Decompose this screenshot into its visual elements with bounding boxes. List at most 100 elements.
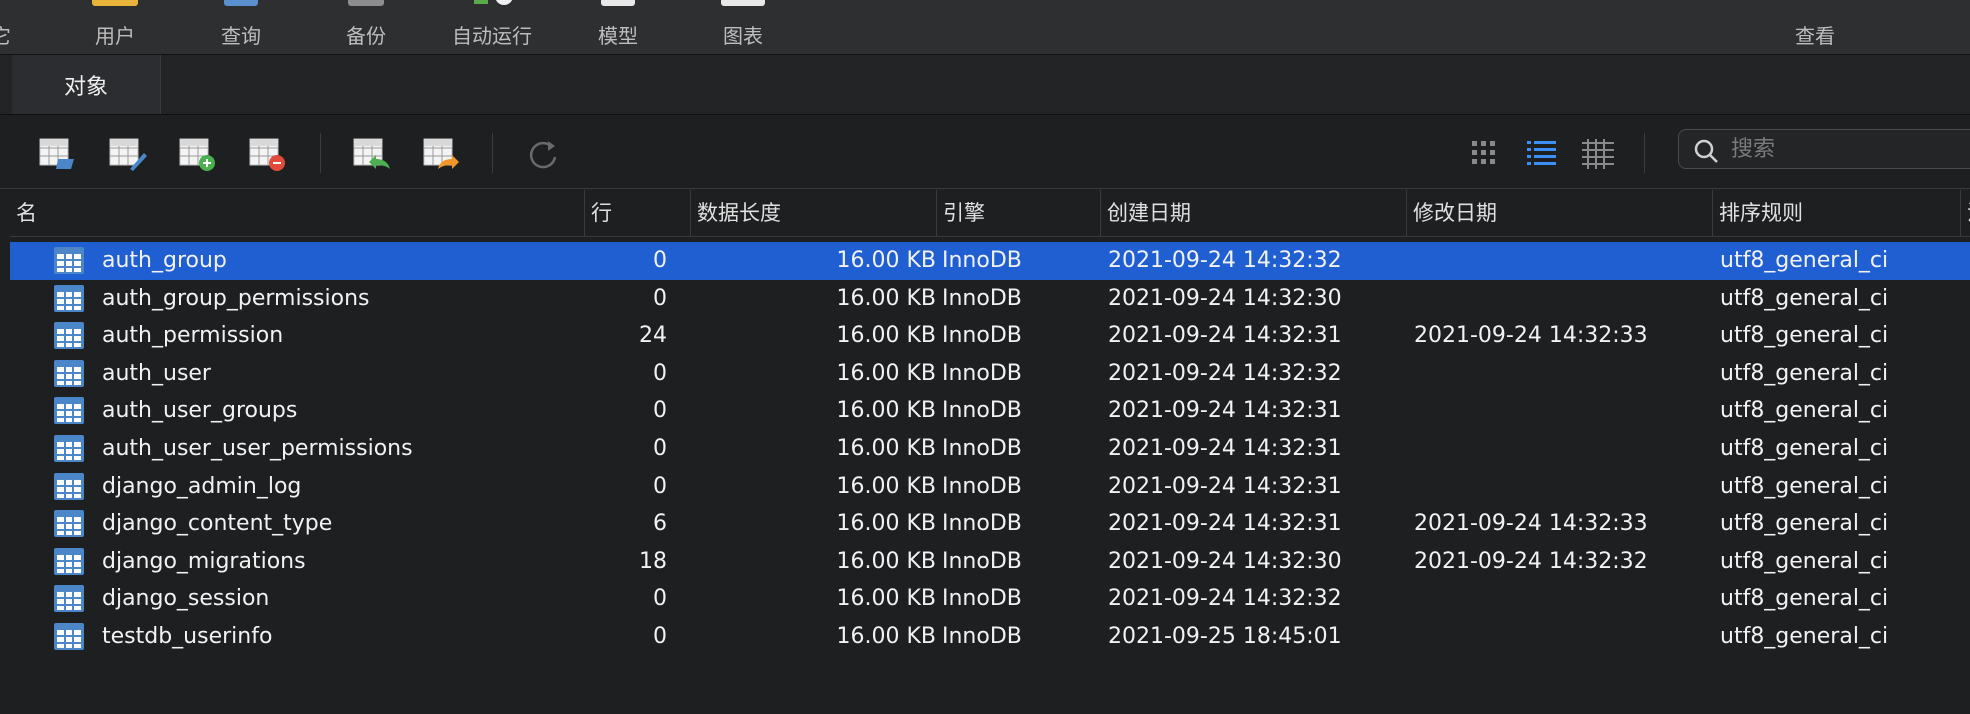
toolbar-user-label: 用户 <box>95 24 135 48</box>
toolbar-model-button[interactable]: 模型 <box>575 0 661 54</box>
backup-icon <box>348 0 384 6</box>
delete-table-button[interactable] <box>248 137 288 171</box>
cell-data-length: 16.00 KB <box>836 623 937 649</box>
search-input[interactable] <box>1729 134 1963 164</box>
toolbar-model-label: 模型 <box>598 24 638 48</box>
table-icon <box>54 510 84 538</box>
column-header-collation[interactable]: 排序规则 <box>1712 190 1960 236</box>
cell-created: 2021-09-24 14:32:32 <box>1108 586 1342 612</box>
import-button[interactable] <box>352 137 392 171</box>
table-row[interactable]: django_migrations 18 16.00 KB InnoDB 2021-09… <box>10 543 1970 581</box>
cell-data-length: 16.00 KB <box>836 323 937 349</box>
cell-data-length: 16.00 KB <box>836 586 937 612</box>
cell-modified <box>1414 468 1712 506</box>
tab-bar: 对象 <box>0 55 1970 115</box>
cell-engine: InnoDB <box>942 360 1022 386</box>
cell-collation: utf8_general_ci <box>1720 248 1889 273</box>
export-button[interactable] <box>422 137 462 171</box>
table-row[interactable]: auth_group_permissions 0 16.00 KB InnoDB 202… <box>10 280 1970 318</box>
cell-name: testdb_userinfo <box>102 623 273 649</box>
table-row[interactable]: testdb_userinfo 0 16.00 KB InnoDB 2021-09-25… <box>10 618 1970 656</box>
column-header-modified[interactable]: 修改日期 <box>1406 190 1712 236</box>
tab-objects[interactable]: 对象 <box>12 55 161 114</box>
user-icon <box>92 0 138 6</box>
table-row[interactable]: auth_user 0 16.00 KB InnoDB 2021-09-24 14:32… <box>10 355 1970 393</box>
table-row[interactable]: auth_user_groups 0 16.00 KB InnoDB 2021-09-2… <box>10 392 1970 430</box>
search-box[interactable] <box>1678 129 1970 169</box>
cell-modified <box>1414 580 1712 618</box>
cell-rows: 0 <box>653 398 667 424</box>
table-row[interactable]: auth_permission 24 16.00 KB InnoDB 2021-09-2… <box>10 317 1970 355</box>
cell-modified <box>1414 355 1712 393</box>
query-icon <box>224 0 258 6</box>
cell-engine: InnoDB <box>942 473 1022 499</box>
view-list-button[interactable] <box>1524 137 1564 171</box>
cell-collation: utf8_general_ci <box>1720 623 1889 649</box>
table-row[interactable]: auth_group 0 16.00 KB InnoDB 2021-09-24 14:3… <box>10 242 1970 280</box>
cell-rows: 0 <box>653 435 667 461</box>
column-header-comment[interactable]: 注 <box>1960 190 1970 236</box>
table-row[interactable]: django_admin_log 0 16.00 KB InnoDB 2021-09-2… <box>10 468 1970 506</box>
refresh-button[interactable] <box>524 137 564 171</box>
toolbar-backup-button[interactable]: 备份 <box>323 0 409 54</box>
toolbar-other-button[interactable]: 它 <box>0 0 16 54</box>
add-table-icon <box>179 138 215 171</box>
cell-rows: 0 <box>653 473 667 499</box>
table-icon <box>54 472 84 500</box>
cell-created: 2021-09-24 14:32:31 <box>1108 435 1342 461</box>
cell-rows: 0 <box>653 285 667 311</box>
cell-engine: InnoDB <box>942 323 1022 349</box>
delete-table-icon <box>249 138 285 171</box>
toolbar-chart-label: 图表 <box>723 24 763 48</box>
cell-data-length: 16.00 KB <box>836 248 937 273</box>
tab-objects-label: 对象 <box>63 75 108 100</box>
toolbar-separator <box>492 133 493 173</box>
toolbar-chart-button[interactable]: 图表 <box>700 0 786 54</box>
table-icon <box>54 547 84 575</box>
cell-rows: 0 <box>653 586 667 612</box>
cell-created: 2021-09-24 14:32:30 <box>1108 285 1342 311</box>
table-icon <box>54 322 84 350</box>
column-header-name[interactable]: 名 <box>10 190 584 236</box>
cell-created: 2021-09-24 14:32:31 <box>1108 473 1342 499</box>
search-icon <box>1694 139 1718 163</box>
main-toolbar: 它 用户 查询 备份 自动运行 模型 图表 查看 <box>0 0 1970 55</box>
new-table-button[interactable] <box>178 137 218 171</box>
design-table-button[interactable] <box>108 137 148 171</box>
table-icon <box>54 359 84 387</box>
table-icon <box>54 284 84 312</box>
cell-modified: 2021-09-24 14:32:33 <box>1414 511 1648 537</box>
cell-modified <box>1414 280 1712 318</box>
toolbar-query-button[interactable]: 查询 <box>198 0 284 54</box>
cell-collation: utf8_general_ci <box>1720 285 1889 311</box>
table-icon <box>54 622 84 650</box>
table-row[interactable]: auth_user_user_permissions 0 16.00 KB InnoD… <box>10 430 1970 468</box>
open-table-button[interactable] <box>38 137 78 171</box>
cell-name: django_admin_log <box>102 473 302 499</box>
table-row[interactable]: django_content_type 6 16.00 KB InnoDB 2021-0… <box>10 505 1970 543</box>
cell-created: 2021-09-24 14:32:32 <box>1108 248 1342 273</box>
view-grid-button[interactable] <box>1468 137 1508 171</box>
cell-rows: 6 <box>653 511 667 537</box>
cell-data-length: 16.00 KB <box>836 435 937 461</box>
toolbar-automation-button[interactable]: 自动运行 <box>444 0 540 54</box>
column-header-data-length[interactable]: 数据长度 <box>690 190 936 236</box>
cell-engine: InnoDB <box>942 398 1022 424</box>
cell-data-length: 16.00 KB <box>836 548 937 574</box>
table-row[interactable]: django_session 0 16.00 KB InnoDB 2021-09-24 … <box>10 580 1970 618</box>
cell-collation: utf8_general_ci <box>1720 435 1889 461</box>
chart-icon <box>721 0 765 6</box>
toolbar-query-label: 查询 <box>221 24 261 48</box>
toolbar-user-button[interactable]: 用户 <box>72 0 158 54</box>
cell-modified <box>1414 618 1712 656</box>
cell-name: django_migrations <box>102 548 306 574</box>
column-header-engine[interactable]: 引擎 <box>936 190 1100 236</box>
cell-created: 2021-09-24 14:32:32 <box>1108 360 1342 386</box>
cell-name: django_session <box>102 586 270 612</box>
cell-engine: InnoDB <box>942 586 1022 612</box>
view-detail-button[interactable] <box>1580 137 1620 171</box>
column-header-rows[interactable]: 行 <box>584 190 690 236</box>
toolbar-view-button[interactable]: 查看 <box>1772 0 1858 54</box>
column-header-created[interactable]: 创建日期 <box>1100 190 1406 236</box>
toolbar-separator <box>320 133 321 173</box>
